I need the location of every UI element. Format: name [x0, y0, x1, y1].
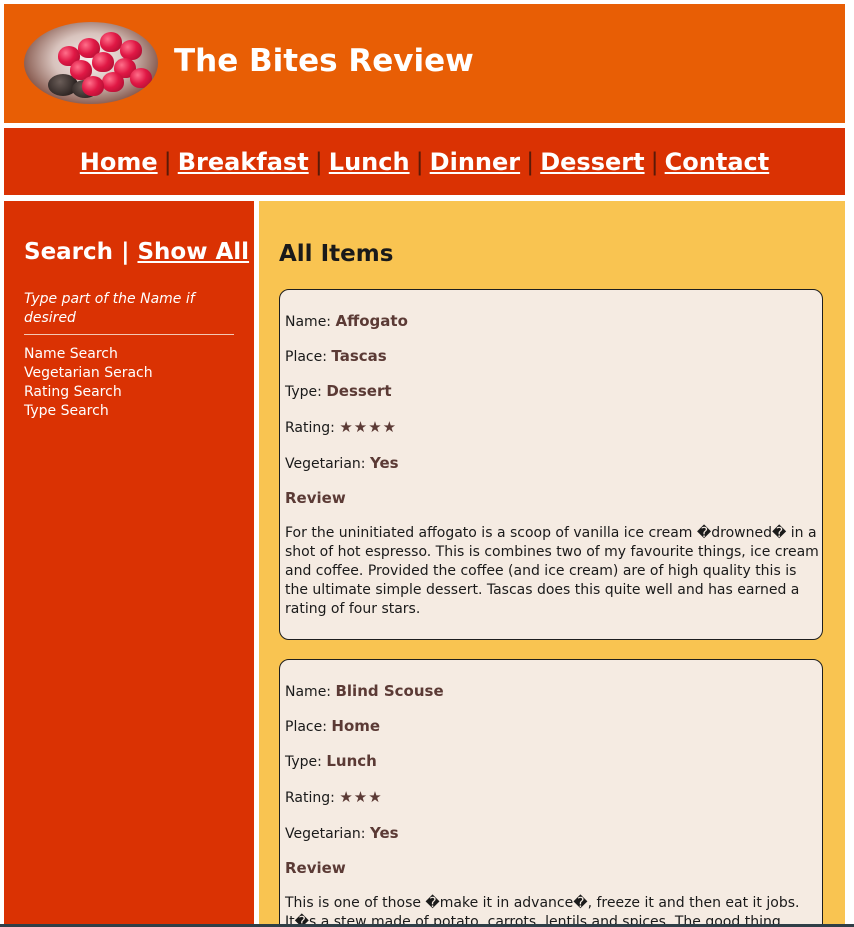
name-label: Name:	[285, 314, 332, 330]
page-title: All Items	[279, 241, 394, 267]
rating-row: Rating: ★★★	[285, 788, 383, 806]
nav-separator: |	[650, 147, 659, 176]
vegetarian-value: Yes	[369, 824, 399, 842]
nav-separator: |	[163, 147, 172, 176]
review-text: This is one of those �make it in advance…	[285, 895, 800, 927]
vegetarian-label: Vegetarian:	[285, 826, 366, 842]
place-label: Place:	[285, 719, 327, 735]
nav-link-contact[interactable]: Contact	[665, 148, 770, 176]
review-text: For the uninitiated affogato is a scoop …	[285, 525, 819, 617]
type-value: Lunch	[326, 752, 377, 770]
search-options: Name Search Vegetarian Serach Rating Sea…	[24, 345, 153, 421]
nav-link-dessert[interactable]: Dessert	[540, 148, 644, 176]
site-header: The Bites Review	[4, 4, 845, 123]
nav-link-home[interactable]: Home	[80, 148, 158, 176]
main-nav: Home | Breakfast | Lunch | Dinner | Dess…	[4, 128, 845, 195]
site-title: The Bites Review	[174, 43, 474, 79]
name-value: Affogato	[335, 312, 408, 330]
type-label: Type:	[285, 384, 322, 400]
nav-separator: |	[314, 147, 323, 176]
type-label: Type:	[285, 754, 322, 770]
review-heading: Review	[285, 859, 346, 877]
item-card: Name: Blind Scouse Place: Home Type: Lun…	[279, 659, 823, 927]
type-row: Type: Lunch	[285, 752, 377, 770]
heading-separator: |	[121, 239, 130, 265]
rating-search-link[interactable]: Rating Search	[24, 383, 153, 402]
vegetarian-value: Yes	[369, 454, 399, 472]
vegetarian-row: Vegetarian: Yes	[285, 454, 399, 472]
type-search-link[interactable]: Type Search	[24, 402, 153, 421]
nav-separator: |	[415, 147, 424, 176]
vegetarian-label: Vegetarian:	[285, 456, 366, 472]
star-rating-icon: ★★★	[339, 788, 383, 806]
show-all-link[interactable]: Show All	[137, 239, 249, 265]
search-hint: Type part of the Name if desired	[24, 291, 195, 326]
place-row: Place: Tascas	[285, 347, 387, 365]
rating-label: Rating:	[285, 420, 335, 436]
name-row: Name: Affogato	[285, 312, 408, 330]
nav-link-breakfast[interactable]: Breakfast	[178, 148, 309, 176]
search-heading: Search	[24, 239, 114, 265]
star-rating-icon: ★★★★	[339, 418, 398, 436]
sidebar-divider	[24, 334, 234, 335]
page: The Bites Review Home | Breakfast | Lunc…	[0, 0, 854, 927]
raspberries-bowl-icon	[24, 22, 158, 104]
nav-link-lunch[interactable]: Lunch	[329, 148, 410, 176]
vegetarian-search-link[interactable]: Vegetarian Serach	[24, 364, 153, 383]
rating-label: Rating:	[285, 790, 335, 806]
place-value: Home	[331, 717, 381, 735]
item-card: Name: Affogato Place: Tascas Type: Desse…	[279, 289, 823, 640]
sidebar: Search | Show All Type part of the Name …	[4, 201, 254, 927]
main-content: All Items Name: Affogato Place: Tascas T…	[259, 201, 845, 927]
nav-link-dinner[interactable]: Dinner	[430, 148, 520, 176]
name-value: Blind Scouse	[335, 682, 444, 700]
nav-separator: |	[526, 147, 535, 176]
place-value: Tascas	[331, 347, 387, 365]
name-row: Name: Blind Scouse	[285, 682, 444, 700]
place-label: Place:	[285, 349, 327, 365]
review-heading: Review	[285, 489, 346, 507]
name-label: Name:	[285, 684, 332, 700]
type-row: Type: Dessert	[285, 382, 392, 400]
type-value: Dessert	[326, 382, 392, 400]
rating-row: Rating: ★★★★	[285, 418, 397, 436]
sidebar-heading: Search | Show All	[24, 239, 249, 265]
vegetarian-row: Vegetarian: Yes	[285, 824, 399, 842]
place-row: Place: Home	[285, 717, 380, 735]
name-search-link[interactable]: Name Search	[24, 345, 153, 364]
